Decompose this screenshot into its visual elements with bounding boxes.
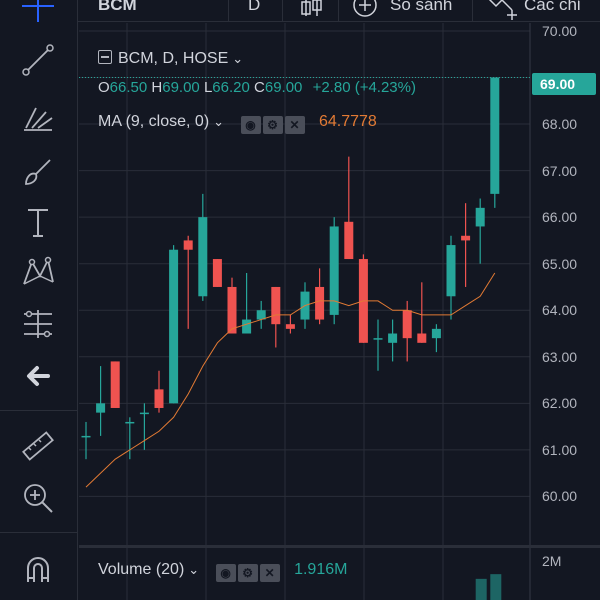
ma-label: MA (9, close, 0) [98, 113, 210, 130]
ma-line [85, 272, 496, 488]
price-tick-label: 60.00 [542, 488, 578, 505]
volume-bar [475, 578, 487, 600]
candle-body [96, 403, 106, 413]
crosshair-icon[interactable] [16, 0, 60, 28]
text-icon[interactable] [16, 200, 60, 244]
open-label: O [98, 79, 110, 96]
candle-body [81, 435, 91, 438]
price-tick-label: 62.00 [542, 395, 578, 412]
legend-title: BCM, D, HOSE [118, 50, 229, 67]
price-tick-label: 68.00 [542, 116, 578, 133]
toolbar-divider [0, 410, 78, 411]
candle-body [285, 324, 295, 329]
candle-body [154, 389, 164, 408]
high-label: H [151, 79, 163, 96]
compare-button[interactable]: So sánh [390, 0, 452, 15]
price-tick-label: 67.00 [542, 162, 578, 179]
chevron-down-icon[interactable]: ⌄ [213, 114, 224, 129]
candle-body [271, 286, 281, 325]
change-value: +2.80 (+4.23%) [312, 79, 416, 96]
toolbar-divider [282, 0, 283, 22]
candle-body [183, 240, 193, 250]
drawing-toolbar [0, 0, 78, 600]
collapse-legend-icon[interactable] [98, 50, 112, 64]
volume-bar [490, 574, 502, 600]
toolbar-divider [228, 0, 229, 22]
magnet-icon[interactable] [16, 548, 60, 592]
close-label: C [254, 79, 265, 96]
price-tick-label: 70.00 [542, 22, 578, 39]
indicators-button[interactable]: Các chỉ [524, 0, 581, 15]
ohlc-legend: O66.50 H69.00 L66.20 C69.00 +2.80 (+4.23… [98, 79, 416, 96]
candlestick-chart[interactable] [79, 23, 600, 600]
chevron-down-icon[interactable]: ⌄ [232, 51, 243, 66]
candle-body [490, 77, 500, 194]
chart-pane[interactable] [79, 23, 600, 600]
measure-icon[interactable] [16, 302, 60, 346]
last-price-tag: 69.00 [532, 73, 596, 95]
candle-body [110, 361, 120, 408]
back-arrow-icon[interactable] [16, 354, 60, 398]
candle-body [431, 328, 441, 339]
price-tick-label: 64.00 [542, 302, 578, 319]
interval-button[interactable]: D [248, 0, 260, 15]
ruler-icon[interactable] [16, 424, 60, 468]
top-toolbar: BCM D So sánh Các chỉ [0, 0, 600, 22]
candle-body [139, 412, 149, 415]
candle-body [344, 221, 354, 260]
candle-body [461, 235, 471, 241]
close-icon[interactable]: ✕ [259, 564, 280, 582]
pattern-icon[interactable] [16, 250, 60, 294]
close-value: 69.00 [264, 79, 303, 96]
settings-gear-icon[interactable]: ⚙ [262, 116, 283, 134]
brush-icon[interactable] [16, 150, 60, 194]
candle-body [402, 310, 412, 339]
candle-body [373, 338, 383, 340]
toolbar-divider [472, 0, 473, 22]
high-value: 69.00 [162, 79, 200, 96]
add-compare-icon[interactable] [352, 0, 378, 20]
candle-body [198, 217, 208, 297]
candle-body [446, 245, 456, 297]
toolbar-divider [0, 532, 78, 533]
price-tick-label: 65.00 [542, 255, 578, 272]
close-icon[interactable]: ✕ [284, 116, 305, 134]
fib-icon[interactable] [16, 96, 60, 140]
toolbar-divider [338, 0, 339, 22]
candle-style-icon[interactable] [298, 0, 324, 18]
zoom-in-icon[interactable] [16, 476, 60, 520]
candle-body [227, 286, 237, 334]
candle-body [169, 249, 179, 404]
volume-label: Volume (20) [98, 561, 185, 578]
ma-value: 64.7778 [318, 113, 377, 130]
chevron-down-icon[interactable]: ⌄ [188, 562, 199, 577]
candle-body [242, 319, 252, 334]
price-tick-label: 63.00 [542, 348, 578, 365]
volume-pane-separator [79, 545, 600, 548]
indicators-icon[interactable] [486, 0, 520, 20]
trendline-icon[interactable] [16, 38, 60, 82]
symbol-search-button[interactable]: BCM [98, 0, 137, 15]
candle-body [315, 286, 325, 320]
settings-gear-icon[interactable]: ⚙ [237, 564, 258, 582]
open-value: 66.50 [109, 79, 148, 96]
price-tick-label: 61.00 [542, 441, 578, 458]
visibility-eye-icon[interactable]: ◉ [240, 116, 261, 134]
candle-body [125, 421, 135, 424]
candle-body [475, 207, 485, 227]
symbol-legend[interactable]: BCM, D, HOSE ⌄ [98, 50, 243, 68]
low-value: 66.20 [212, 79, 250, 96]
candle-body [388, 333, 398, 343]
volume-value: 1.916M [294, 561, 348, 578]
price-tick-label: 66.00 [542, 209, 578, 226]
candle-body [212, 259, 222, 287]
visibility-eye-icon[interactable]: ◉ [215, 564, 236, 582]
volume-axis-tick: 2M [542, 553, 562, 569]
volume-legend[interactable]: Volume (20) ⌄ ◉ ⚙ ✕ 1.916M [98, 561, 347, 582]
candle-body [417, 333, 427, 343]
ma-legend[interactable]: MA (9, close, 0) ⌄ ◉ ⚙ ✕ 64.7778 [98, 113, 377, 134]
